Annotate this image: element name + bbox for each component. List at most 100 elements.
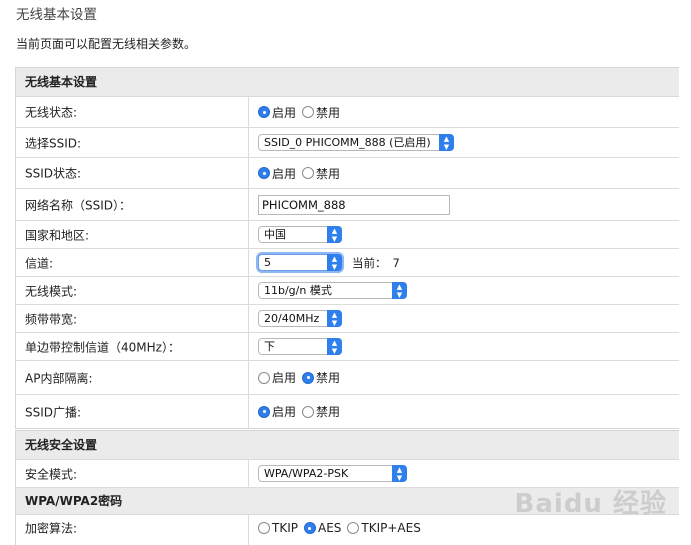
- row-network-name: 网络名称（SSID）： PHICOMM_888: [16, 189, 679, 221]
- current-channel: 当前： 7: [352, 255, 400, 271]
- wireless-mode-label: 无线模式:: [25, 284, 78, 298]
- ssid-broadcast-label: SSID广播:: [25, 405, 82, 419]
- wireless-status-radio-group: 启用 禁用: [258, 104, 346, 121]
- wireless-status-disable-radio[interactable]: [302, 106, 315, 118]
- ap-isolation-enable-radio[interactable]: [258, 371, 270, 384]
- country-dropdown[interactable]: 中国 ▲ ▼: [258, 226, 342, 243]
- encryption-tkip-radio[interactable]: [258, 522, 270, 534]
- ssid-status-disable-radio[interactable]: [302, 167, 315, 179]
- chevron-updown-icon: ▲ ▼: [392, 282, 407, 299]
- bandwidth-dropdown[interactable]: 20/40MHz ▲ ▼: [258, 310, 342, 327]
- encryption-tkip-label: TKIP: [272, 521, 298, 535]
- security-mode-value: WPA/WPA2-PSK: [264, 467, 349, 480]
- ssid-name-input[interactable]: PHICOMM_888: [258, 194, 450, 215]
- ap-isolation-disable-radio[interactable]: [302, 371, 315, 384]
- row-ssid-status: SSID状态: 启用 禁用: [16, 158, 679, 189]
- ap-isolation-radio-group: 启用 禁用: [258, 369, 346, 386]
- row-select-ssid: 选择SSID: SSID_0 PHICOMM_888 (已启用) ▲ ▼: [16, 128, 679, 158]
- ssid-status-cell: 启用 禁用: [248, 158, 679, 188]
- ap-isolation-cell: 启用 禁用: [248, 361, 679, 394]
- channel-dropdown[interactable]: 5 ▲ ▼: [258, 254, 342, 271]
- row-country: 国家和地区: 中国 ▲ ▼: [16, 221, 679, 249]
- ssid-status-disable-option[interactable]: 禁用: [302, 165, 340, 182]
- ssid-broadcast-enable-option[interactable]: 启用: [258, 403, 296, 420]
- bandwidth-label: 频带带宽:: [25, 312, 78, 326]
- ssid-broadcast-cell: 启用 禁用: [248, 395, 679, 428]
- encryption-tkip-option[interactable]: TKIP: [258, 521, 298, 535]
- sideband-value: 下: [264, 340, 275, 353]
- network-name-label: 网络名称（SSID）：: [25, 198, 132, 212]
- wireless-status-enable-option[interactable]: 启用: [258, 104, 296, 121]
- ssid-status-enable-radio[interactable]: [258, 167, 270, 179]
- country-label: 国家和地区:: [25, 228, 90, 242]
- ssid-broadcast-disable-label: 禁用: [316, 405, 341, 419]
- country-value: 中国: [264, 228, 286, 241]
- channel-label: 信道:: [25, 256, 54, 270]
- baidu-watermark: Baidu 经验: [514, 489, 667, 519]
- wireless-mode-value: 11b/g/n 模式: [264, 284, 332, 297]
- network-name-cell: PHICOMM_888: [248, 189, 679, 220]
- ap-isolation-label: AP内部隔离:: [25, 371, 93, 385]
- row-ap-isolation: AP内部隔离: 启用 禁用: [16, 361, 679, 395]
- ap-isolation-enable-label: 启用: [272, 371, 297, 385]
- ssid-broadcast-radio-group: 启用 禁用: [258, 403, 346, 420]
- current-channel-value: 7: [392, 255, 400, 270]
- select-ssid-label: 选择SSID:: [25, 136, 82, 150]
- ap-isolation-enable-option[interactable]: 启用: [258, 369, 296, 386]
- ssid-broadcast-enable-radio[interactable]: [258, 405, 270, 418]
- ssid-broadcast-disable-option[interactable]: 禁用: [302, 403, 340, 420]
- sideband-label: 单边带控制信道（40MHz）：: [25, 340, 180, 354]
- bandwidth-value: 20/40MHz: [264, 312, 320, 325]
- wireless-status-cell: 启用 禁用: [248, 97, 679, 127]
- wireless-mode-cell: 11b/g/n 模式 ▲ ▼: [248, 277, 679, 304]
- wireless-status-disable-label: 禁用: [316, 105, 341, 120]
- ssid-status-disable-label: 禁用: [316, 166, 341, 181]
- select-ssid-value: SSID_0 PHICOMM_888 (已启用): [264, 136, 431, 149]
- row-wireless-mode: 无线模式: 11b/g/n 模式 ▲ ▼: [16, 277, 679, 305]
- wireless-security-title: 无线安全设置: [16, 431, 679, 460]
- row-ssid-broadcast: SSID广播: 启用 禁用: [16, 395, 679, 428]
- bandwidth-cell: 20/40MHz ▲ ▼: [248, 305, 679, 332]
- ssid-status-enable-label: 启用: [272, 166, 297, 181]
- channel-cell: 5 ▲ ▼ 当前： 7: [248, 249, 679, 276]
- current-channel-label: 当前：: [352, 255, 387, 270]
- ap-isolation-disable-label: 禁用: [316, 371, 341, 385]
- page-description: 当前页面可以配置无线相关参数。: [16, 37, 197, 51]
- wireless-basic-title: 无线基本设置: [16, 68, 679, 97]
- country-cell: 中国 ▲ ▼: [248, 221, 679, 248]
- chevron-updown-icon: ▲ ▼: [327, 226, 342, 243]
- encryption-aes-option[interactable]: AES: [303, 521, 342, 535]
- chevron-updown-icon: ▲ ▼: [327, 310, 342, 327]
- ssid-status-label: SSID状态:: [25, 166, 82, 181]
- encryption-tkip-aes-label: TKIP+AES: [361, 521, 421, 535]
- encryption-radio-group: TKIP AES TKIP+AES: [258, 521, 427, 535]
- row-channel: 信道: 5 ▲ ▼ 当前： 7: [16, 249, 679, 277]
- wireless-status-label: 无线状态:: [25, 105, 78, 120]
- encryption-tkip-aes-option[interactable]: TKIP+AES: [347, 521, 421, 535]
- wireless-status-enable-label: 启用: [272, 105, 297, 120]
- wireless-status-enable-radio[interactable]: [258, 106, 270, 118]
- wireless-basic-panel: 无线基本设置 无线状态: 启用 禁用 选择SSID: SSID_0 PHICOM…: [15, 67, 679, 429]
- ap-isolation-disable-option[interactable]: 禁用: [302, 369, 340, 386]
- channel-value: 5: [264, 256, 271, 269]
- encryption-aes-label: AES: [317, 521, 342, 535]
- chevron-updown-icon: ▲ ▼: [327, 254, 342, 271]
- ssid-status-enable-option[interactable]: 启用: [258, 165, 296, 182]
- row-sideband: 单边带控制信道（40MHz）： 下 ▲ ▼: [16, 333, 679, 361]
- select-ssid-dropdown[interactable]: SSID_0 PHICOMM_888 (已启用) ▲ ▼: [258, 134, 454, 151]
- encryption-tkip-aes-radio[interactable]: [347, 522, 360, 534]
- encryption-aes-radio[interactable]: [303, 522, 316, 534]
- encryption-label: 加密算法:: [25, 521, 78, 536]
- chevron-updown-icon: ▲ ▼: [439, 134, 454, 151]
- security-mode-label: 安全模式:: [25, 467, 78, 481]
- wireless-mode-dropdown[interactable]: 11b/g/n 模式 ▲ ▼: [258, 282, 407, 299]
- ssid-broadcast-disable-radio[interactable]: [302, 405, 315, 418]
- select-ssid-cell: SSID_0 PHICOMM_888 (已启用) ▲ ▼: [248, 128, 679, 157]
- row-wireless-status: 无线状态: 启用 禁用: [16, 97, 679, 128]
- security-mode-dropdown[interactable]: WPA/WPA2-PSK ▲ ▼: [258, 465, 407, 482]
- ssid-status-radio-group: 启用 禁用: [258, 165, 346, 182]
- wireless-status-disable-option[interactable]: 禁用: [302, 104, 340, 121]
- chevron-updown-icon: ▲ ▼: [392, 465, 407, 482]
- sideband-dropdown[interactable]: 下 ▲ ▼: [258, 338, 342, 355]
- ssid-broadcast-enable-label: 启用: [272, 405, 297, 419]
